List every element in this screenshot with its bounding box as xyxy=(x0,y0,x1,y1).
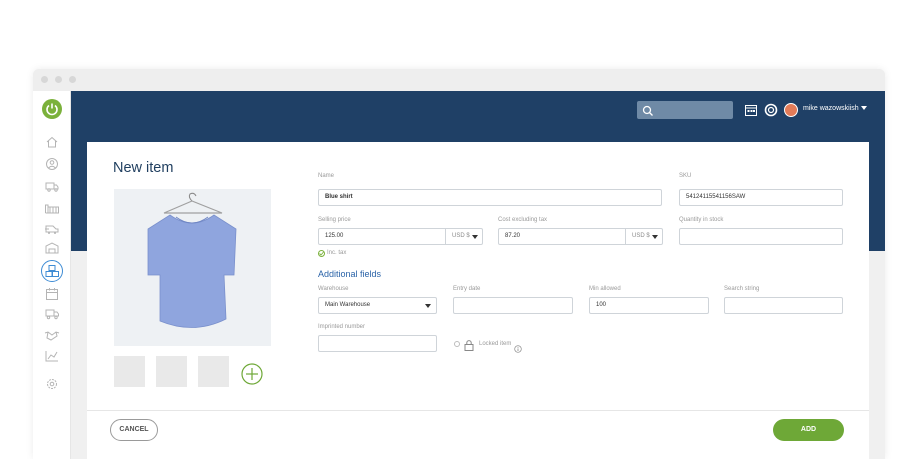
selling-price-label: Selling price xyxy=(318,217,351,223)
currency-label: USD $ xyxy=(632,233,650,239)
sku-label: SKU xyxy=(679,173,692,179)
sku-field[interactable]: 54124115541156SAW xyxy=(679,189,843,206)
factory-icon[interactable] xyxy=(44,201,60,215)
min-allowed-field[interactable]: 100 xyxy=(589,297,709,314)
inc-tax-label: Inc. tax xyxy=(327,250,347,256)
quantity-field[interactable] xyxy=(679,228,843,245)
entry-date-field[interactable] xyxy=(453,297,573,314)
power-icon[interactable] xyxy=(42,99,62,119)
currency-label: USD $ xyxy=(452,233,470,239)
inc-tax-checkbox[interactable] xyxy=(318,250,325,257)
help-lifebuoy-icon[interactable] xyxy=(764,103,778,117)
form-footer: CANCEL ADD xyxy=(87,410,869,459)
selling-price-field[interactable]: 125.00 USD $ xyxy=(318,228,483,245)
search-string-label: Search string xyxy=(724,286,760,292)
avatar[interactable] xyxy=(784,103,798,117)
name-field[interactable]: Blue shirt xyxy=(318,189,662,206)
name-label: Name xyxy=(318,173,335,179)
chevron-down-icon xyxy=(425,304,431,308)
handshake-icon[interactable] xyxy=(44,328,60,342)
warehouse-select[interactable]: Main Warehouse xyxy=(318,297,437,314)
window-dot xyxy=(55,76,62,83)
settings-icon[interactable] xyxy=(44,377,60,391)
entry-date-label: Entry date xyxy=(453,286,481,292)
add-button[interactable]: ADD xyxy=(773,419,844,441)
photo-thumbnail[interactable] xyxy=(156,356,187,387)
delivery-icon[interactable] xyxy=(44,222,60,236)
additional-fields-heading: Additional fields xyxy=(318,269,382,279)
chevron-down-icon xyxy=(472,235,478,239)
add-photo-icon[interactable] xyxy=(241,363,263,385)
calendar-icon[interactable] xyxy=(744,103,758,117)
page-title: New item xyxy=(113,160,174,176)
cost-value: 87.20 xyxy=(505,233,521,239)
photo-thumbnail[interactable] xyxy=(198,356,229,387)
cost-label: Cost excluding tax xyxy=(498,217,548,223)
boxes-icon[interactable] xyxy=(44,264,60,278)
warehouse-value: Main Warehouse xyxy=(325,302,371,308)
cost-field[interactable]: 87.20 USD $ xyxy=(498,228,663,245)
lock-icon xyxy=(463,338,475,351)
window-dot xyxy=(69,76,76,83)
sidebar xyxy=(33,91,71,459)
search-input[interactable] xyxy=(637,101,733,119)
chart-icon[interactable] xyxy=(44,349,60,363)
min-allowed-label: Min allowed xyxy=(589,286,621,292)
browser-window: mike wazowskiish New item Name Blue shir… xyxy=(33,69,885,459)
cancel-button[interactable]: CANCEL xyxy=(110,419,158,441)
photo-thumbnail[interactable] xyxy=(114,356,145,387)
user-name[interactable]: mike wazowskiish xyxy=(803,105,859,112)
selling-price-value: 125.00 xyxy=(325,233,344,239)
truck-icon[interactable] xyxy=(44,179,60,193)
warehouse-label: Warehouse xyxy=(318,286,349,292)
user-icon[interactable] xyxy=(44,157,60,171)
chevron-down-icon[interactable] xyxy=(861,106,867,110)
chevron-down-icon xyxy=(652,235,658,239)
quantity-label: Quantity in stock xyxy=(679,217,724,223)
selling-price-currency-select[interactable]: USD $ xyxy=(445,229,482,244)
shipping-icon[interactable] xyxy=(44,307,60,321)
imprinted-number-label: Imprinted number xyxy=(318,324,366,330)
info-icon[interactable] xyxy=(514,340,522,353)
locked-item-toggle[interactable] xyxy=(454,341,460,347)
product-photo[interactable] xyxy=(114,189,271,346)
warehouse-icon[interactable] xyxy=(44,241,60,255)
locked-item-label: Locked item xyxy=(479,341,512,347)
search-string-field[interactable] xyxy=(724,297,843,314)
cost-currency-select[interactable]: USD $ xyxy=(625,229,662,244)
window-dot xyxy=(41,76,48,83)
imprinted-number-field[interactable] xyxy=(318,335,437,352)
calendar-icon[interactable] xyxy=(44,287,60,301)
browser-chrome xyxy=(33,69,885,91)
home-icon[interactable] xyxy=(44,135,60,149)
search-icon xyxy=(642,104,654,116)
